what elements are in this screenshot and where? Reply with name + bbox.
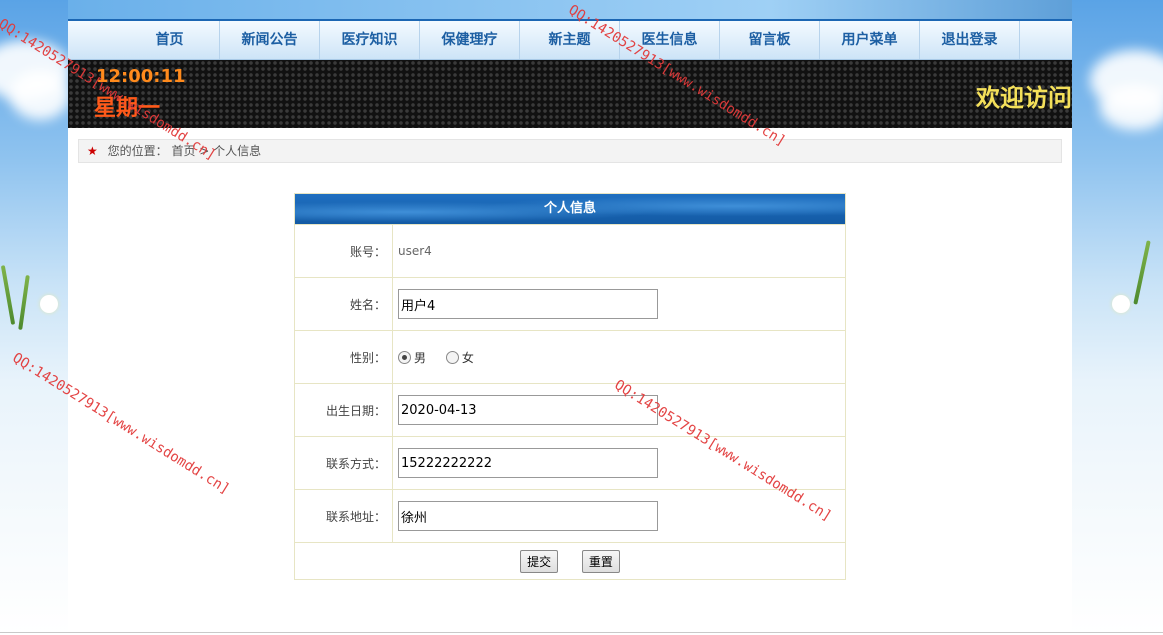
clock-time: 12:00:11 (96, 66, 186, 87)
marquee-text: 欢迎访问 (976, 84, 1072, 112)
birthdate-label: 出生日期： (295, 383, 393, 437)
account-label: 账号： (295, 224, 393, 278)
gender-label: 性别： (295, 330, 393, 384)
nav-item-doctors[interactable]: 医生信息 (620, 21, 720, 59)
main-nav: 首页 新闻公告 医疗知识 保健理疗 新主题 医生信息 留言板 用户菜单 退出登录 (68, 21, 1072, 60)
clock-weekday: 星期一 (94, 96, 161, 121)
form-row-address: 联系地址： (295, 489, 845, 543)
form-title: 个人信息 (295, 194, 845, 224)
nav-item-message-board[interactable]: 留言板 (720, 21, 820, 59)
nav-item-home[interactable]: 首页 (120, 21, 220, 59)
profile-form: 个人信息 账号： user4 姓名： 性别： 男 女 出生日期： (294, 193, 846, 580)
form-row-name: 姓名： (295, 277, 845, 331)
form-table: 账号： user4 姓名： 性别： 男 女 出生日期： 联系方式： (295, 224, 845, 579)
grass-decoration (18, 274, 30, 331)
breadcrumb-current: 个人信息 (213, 144, 262, 158)
birthdate-input[interactable] (398, 395, 658, 425)
breadcrumb: ★ 您的位置： 首页 > 个人信息 (78, 139, 1062, 163)
nav-item-health-care[interactable]: 保健理疗 (420, 21, 520, 59)
reset-button[interactable]: 重置 (581, 549, 620, 573)
star-icon: ★ (87, 144, 98, 158)
nav-item-new-topic[interactable]: 新主题 (520, 21, 620, 59)
breadcrumb-home-link[interactable]: 首页 (171, 144, 195, 158)
gender-female-label: 女 (461, 350, 474, 365)
cloud-decoration-right-2 (1100, 85, 1163, 130)
form-row-actions: 提交 重置 (295, 542, 845, 579)
nav-item-logout[interactable]: 退出登录 (920, 21, 1020, 59)
breadcrumb-prefix: 您的位置： (107, 144, 168, 158)
breadcrumb-separator: > (199, 144, 210, 158)
gender-male-radio[interactable] (398, 350, 411, 364)
form-row-gender: 性别： 男 女 (295, 330, 845, 384)
account-value: user4 (398, 244, 432, 258)
submit-button[interactable]: 提交 (520, 549, 559, 573)
phone-label: 联系方式： (295, 436, 393, 490)
ticker-banner: 12:00:11 星期一 欢迎访问 (68, 60, 1072, 128)
phone-input[interactable] (398, 448, 658, 478)
address-label: 联系地址： (295, 489, 393, 543)
flower-decoration (40, 295, 58, 313)
cloud-decoration-left-2 (10, 70, 70, 120)
name-input[interactable] (398, 289, 658, 319)
nav-item-news[interactable]: 新闻公告 (220, 21, 320, 59)
address-input[interactable] (398, 501, 658, 531)
grass-decoration (0, 265, 16, 325)
flower-decoration (1112, 295, 1130, 313)
gender-male-label: 男 (414, 350, 427, 365)
form-row-account: 账号： user4 (295, 224, 845, 278)
top-banner (68, 0, 1072, 21)
nav-item-user-menu[interactable]: 用户菜单 (820, 21, 920, 59)
gender-female-radio[interactable] (445, 350, 459, 364)
bottom-divider (0, 632, 1163, 633)
name-label: 姓名： (295, 277, 393, 331)
nav-item-medical-knowledge[interactable]: 医疗知识 (320, 21, 420, 59)
grass-decoration (1133, 240, 1151, 305)
form-row-birthdate: 出生日期： (295, 383, 845, 437)
page-container: 首页 新闻公告 医疗知识 保健理疗 新主题 医生信息 留言板 用户菜单 退出登录… (68, 0, 1072, 635)
form-row-phone: 联系方式： (295, 436, 845, 490)
